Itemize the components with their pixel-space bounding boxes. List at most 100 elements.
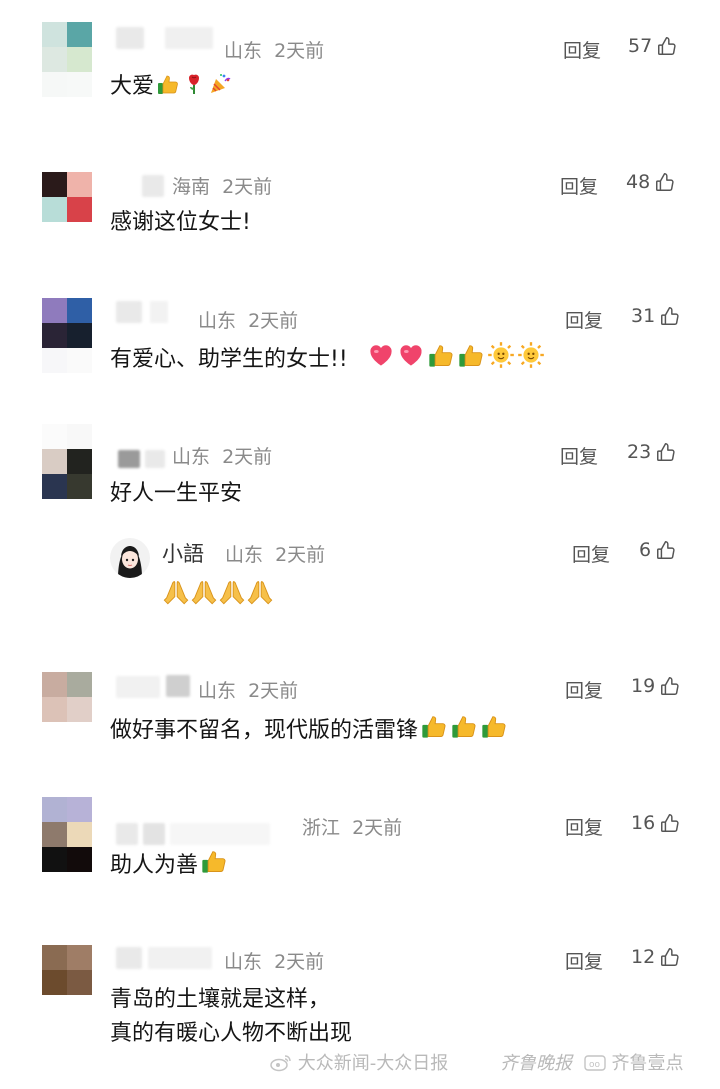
username[interactable] <box>118 450 140 468</box>
comment-text: 大爱 <box>110 70 232 104</box>
thumbs-up-emoji <box>420 712 448 740</box>
thumbs-up-outline-icon <box>654 171 676 193</box>
reply-button[interactable]: 回复 <box>565 947 603 974</box>
avatar[interactable] <box>42 797 92 872</box>
reply-button[interactable]: 回复 <box>565 306 603 333</box>
heart-emoji <box>397 341 425 369</box>
watermark-brand: 齐鲁壹点 <box>611 1053 684 1074</box>
thumbs-up-outline-icon <box>659 812 681 834</box>
comment-meta: 山东 2天前 <box>198 306 298 333</box>
username[interactable] <box>116 947 142 969</box>
like-button[interactable]: 16 <box>631 812 681 834</box>
username[interactable] <box>143 823 165 845</box>
timestamp: 2天前 <box>248 680 299 702</box>
timestamp: 2天前 <box>352 817 403 839</box>
username[interactable] <box>165 27 213 49</box>
avatar[interactable] <box>42 945 92 995</box>
username[interactable] <box>116 27 144 49</box>
avatar[interactable] <box>42 298 92 373</box>
comment-meta: 山东 2天前 <box>225 540 325 567</box>
reply-button[interactable]: 回复 <box>560 172 598 199</box>
like-count: 19 <box>631 675 656 697</box>
username[interactable] <box>116 301 142 323</box>
username[interactable] <box>142 175 164 197</box>
thumbs-up-outline-icon <box>659 305 681 327</box>
like-count: 48 <box>626 171 651 193</box>
like-button[interactable]: 31 <box>631 305 681 327</box>
like-button[interactable]: 12 <box>631 946 681 968</box>
location: 浙江 <box>302 817 341 839</box>
pray-emoji <box>246 578 274 606</box>
pray-emoji <box>162 578 190 606</box>
location: 山东 <box>198 680 237 702</box>
comment-meta: 山东 2天前 <box>172 442 272 469</box>
timestamp: 2天前 <box>274 40 325 62</box>
like-count: 31 <box>631 305 656 327</box>
avatar[interactable] <box>110 538 150 578</box>
comment-text: 感谢这位女士! <box>110 210 251 235</box>
reply-button[interactable]: 回复 <box>572 540 610 567</box>
like-button[interactable]: 57 <box>628 35 678 57</box>
weibo-logo-icon <box>270 1055 291 1072</box>
username[interactable] <box>148 947 212 969</box>
thumbs-up-outline-icon <box>656 35 678 57</box>
comment-text: 好人一生平安 <box>110 481 243 506</box>
like-count: 16 <box>631 812 656 834</box>
reply-button[interactable]: 回复 <box>565 813 603 840</box>
svg-text:oo: oo <box>589 1060 601 1070</box>
like-count: 6 <box>639 539 652 561</box>
thumbs-up-emoji <box>427 341 455 369</box>
like-count: 57 <box>628 35 653 57</box>
location: 海南 <box>172 176 211 198</box>
reply-button[interactable]: 回复 <box>565 676 603 703</box>
media-logo-icon: oo <box>584 1055 606 1071</box>
like-button[interactable]: 48 <box>626 171 676 193</box>
thumbs-up-emoji <box>200 847 228 875</box>
timestamp: 2天前 <box>222 446 273 468</box>
username[interactable] <box>150 301 168 323</box>
thumbs-up-emoji <box>156 72 180 96</box>
pray-emoji <box>218 578 246 606</box>
pray-emoji <box>190 578 218 606</box>
thumbs-up-outline-icon <box>659 946 681 968</box>
reply-button[interactable]: 回复 <box>560 442 598 469</box>
location: 山东 <box>225 544 264 566</box>
watermark: 大众新闻-大众日报 <box>270 1049 448 1075</box>
avatar[interactable] <box>42 424 92 499</box>
sub-reply-username[interactable]: 小語 <box>162 538 204 568</box>
like-count: 23 <box>627 441 652 463</box>
comment-meta: 浙江 2天前 <box>302 813 402 840</box>
username[interactable] <box>170 823 270 845</box>
like-button[interactable]: 23 <box>627 441 677 463</box>
like-button[interactable]: 19 <box>631 675 681 697</box>
comment-text: 做好事不留名，现代版的活雷锋 <box>110 712 508 748</box>
thumbs-up-outline-icon <box>659 675 681 697</box>
like-count: 12 <box>631 946 656 968</box>
thumbs-up-emoji <box>457 341 485 369</box>
username[interactable] <box>166 675 190 697</box>
thumbs-up-emoji <box>480 712 508 740</box>
qilu-logo: 齐鲁晚报 <box>500 1053 572 1074</box>
rose-emoji <box>182 72 206 96</box>
avatar[interactable] <box>42 672 92 722</box>
sun-emoji <box>517 341 545 369</box>
location: 山东 <box>172 446 211 468</box>
like-button[interactable]: 6 <box>639 539 677 561</box>
thumbs-up-outline-icon <box>655 539 677 561</box>
avatar[interactable] <box>42 22 92 97</box>
location: 山东 <box>198 310 237 332</box>
reply-button[interactable]: 回复 <box>563 36 601 63</box>
username[interactable] <box>116 676 160 698</box>
comment-text: 助人为善 <box>110 847 228 883</box>
sub-reply-text <box>162 578 274 610</box>
thumbs-up-outline-icon <box>655 441 677 463</box>
avatar[interactable] <box>42 172 92 222</box>
username[interactable] <box>145 450 165 468</box>
sun-emoji <box>487 341 515 369</box>
timestamp: 2天前 <box>222 176 273 198</box>
location: 山东 <box>224 40 263 62</box>
location: 山东 <box>224 951 263 973</box>
timestamp: 2天前 <box>274 951 325 973</box>
comment-text: 青岛的土壤就是这样， 真的有暖心人物不断出现 <box>110 987 353 1046</box>
username[interactable] <box>116 823 138 845</box>
